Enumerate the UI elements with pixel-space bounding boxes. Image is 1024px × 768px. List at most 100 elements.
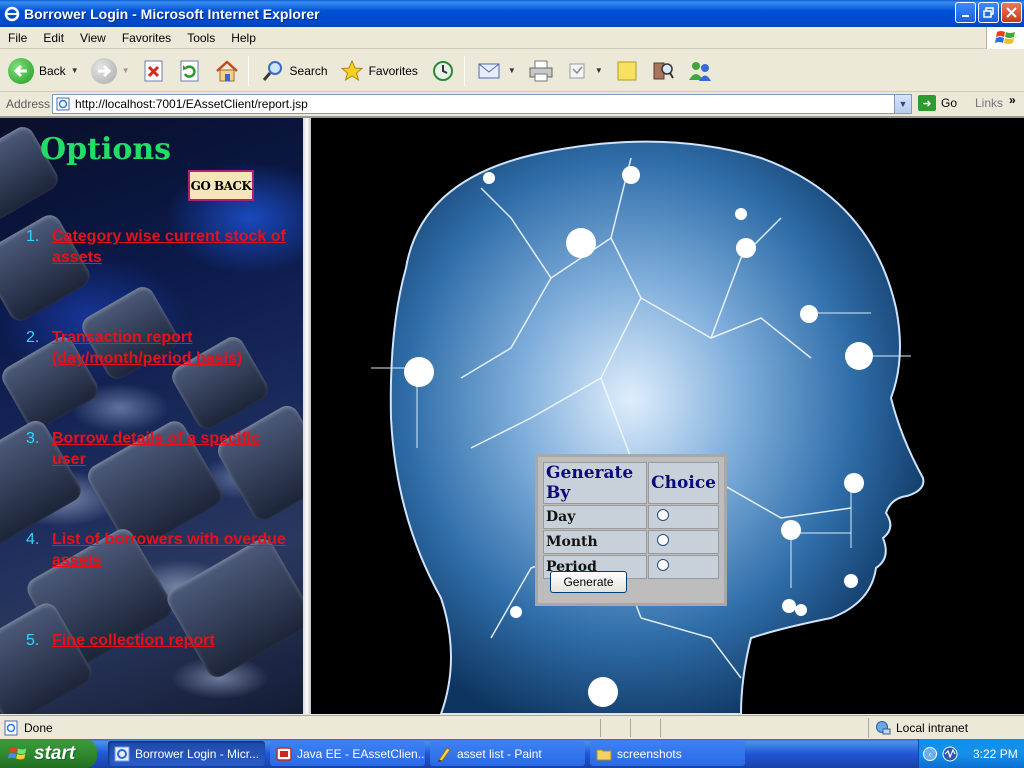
links-label[interactable]: Links <box>975 96 1003 110</box>
choice-header-row: Generate By Choice <box>543 462 719 504</box>
menu-file[interactable]: File <box>0 31 35 45</box>
address-label: Address <box>6 97 51 111</box>
page-icon <box>56 97 70 111</box>
menu-edit[interactable]: Edit <box>35 31 72 45</box>
menu-tools[interactable]: Tools <box>179 31 223 45</box>
choice-cell <box>648 505 719 529</box>
taskbar-item-paint[interactable]: asset list - Paint <box>430 741 585 766</box>
edit-page-icon <box>569 63 585 78</box>
go-arrow-icon: ➜ <box>918 95 936 111</box>
printer-icon <box>529 60 553 81</box>
go-label: Go <box>941 96 958 110</box>
volume-icon[interactable] <box>941 746 959 762</box>
generate-button[interactable]: Generate <box>550 571 627 593</box>
discuss-button[interactable] <box>611 54 643 88</box>
mail-button[interactable]: ▼ <box>473 54 520 88</box>
history-button[interactable] <box>426 54 460 88</box>
status-divider <box>660 719 661 737</box>
stop-icon <box>144 60 163 81</box>
address-dropdown-icon[interactable]: ▼ <box>894 95 911 113</box>
clock[interactable]: 3:22 PM <box>973 747 1018 761</box>
taskbar-item-label: Java EE - EAssetClien... <box>297 746 425 761</box>
chevron-right-icon[interactable]: » <box>1009 93 1016 107</box>
restore-icon <box>983 7 994 18</box>
search-label: Search <box>289 63 328 78</box>
home-icon <box>215 59 238 81</box>
print-button[interactable] <box>524 54 558 88</box>
favorites-button[interactable]: Favorites <box>336 54 422 88</box>
start-button[interactable]: start <box>0 739 97 768</box>
close-button[interactable] <box>1001 2 1022 23</box>
dropdown-arrow-icon[interactable]: ▼ <box>122 66 130 75</box>
dropdown-arrow-icon[interactable]: ▼ <box>71 66 79 75</box>
back-button[interactable]: Back ▼ <box>4 54 83 88</box>
report-frame <box>311 118 1024 714</box>
taskbar-item-screenshots[interactable]: screenshots <box>590 741 745 766</box>
option-link-transaction[interactable]: Transaction report (day/month/period bas… <box>52 327 297 369</box>
generate-choice-form: Generate By Choice Day Month Period Gene… <box>535 454 727 606</box>
frame-divider[interactable] <box>303 118 311 714</box>
menu-bar: File Edit View Favorites Tools Help <box>0 27 1024 49</box>
day-radio[interactable] <box>657 509 670 521</box>
minimize-button[interactable] <box>955 2 976 23</box>
back-arrow-icon <box>8 57 34 84</box>
option-number: 2. <box>26 329 40 346</box>
choice-label-day: Day <box>543 505 648 529</box>
period-radio[interactable] <box>657 559 670 571</box>
circuit-head-image <box>371 140 925 714</box>
option-link-fine[interactable]: Fine collection report <box>52 630 297 651</box>
title-bar[interactable]: Borrower Login - Microsoft Internet Expl… <box>0 0 1024 27</box>
mail-icon <box>478 63 500 78</box>
address-input[interactable]: http://localhost:7001/EAssetClient/repor… <box>52 94 912 114</box>
minimize-icon <box>961 14 969 17</box>
search-button[interactable]: Search <box>257 54 332 88</box>
edit-button[interactable]: ▼ <box>562 54 607 88</box>
choice-table: Generate By Choice Day Month Period <box>542 461 720 580</box>
menu-help[interactable]: Help <box>223 31 264 45</box>
home-button[interactable] <box>210 54 244 88</box>
window-controls <box>955 2 1022 23</box>
stop-button[interactable] <box>138 54 170 88</box>
zone-label: Local intranet <box>896 721 969 735</box>
forward-button[interactable]: ▼ <box>87 54 134 88</box>
forward-arrow-icon <box>90 57 117 84</box>
close-icon <box>1006 7 1017 18</box>
system-tray: ‹ 3:22 PM <box>918 739 1024 768</box>
tray-expand-icon[interactable]: ‹ <box>923 746 937 761</box>
toolbar-separator <box>463 55 465 86</box>
choice-cell <box>648 555 719 579</box>
option-link-stock[interactable]: Category wise current stock of assets <box>52 226 297 268</box>
status-bar: Done Local intranet <box>0 715 1024 739</box>
research-button[interactable] <box>647 54 679 88</box>
maximize-button[interactable] <box>978 2 999 23</box>
choice-cell <box>648 530 719 554</box>
toolbar: Back ▼ ▼ Search Favorites ▼ ▼ <box>0 50 1024 92</box>
menu-favorites[interactable]: Favorites <box>114 31 179 45</box>
dropdown-arrow-icon[interactable]: ▼ <box>595 66 603 75</box>
taskbar-item-label: Borrower Login - Micr... <box>135 746 260 761</box>
eclipse-icon <box>276 746 292 761</box>
refresh-icon <box>180 60 199 81</box>
go-back-button[interactable]: GO BACK <box>188 170 254 201</box>
menu-view[interactable]: View <box>72 31 114 45</box>
option-link-borrow-details[interactable]: Borrow details of a specific user <box>52 428 297 470</box>
option-link-overdue[interactable]: List of borrowers with overdue assets <box>52 529 297 571</box>
go-button[interactable]: ➜ Go <box>918 95 957 111</box>
search-icon <box>262 60 282 81</box>
month-radio[interactable] <box>657 534 670 546</box>
status-divider <box>600 719 601 737</box>
security-zone[interactable]: Local intranet <box>868 718 1018 738</box>
back-label: Back <box>39 63 66 78</box>
taskbar-item-label: screenshots <box>617 746 682 761</box>
address-url: http://localhost:7001/EAssetClient/repor… <box>75 97 308 111</box>
table-row: Month <box>543 530 719 554</box>
options-title: Options <box>40 132 172 167</box>
ie-icon <box>114 746 130 761</box>
taskbar-item-javaee[interactable]: Java EE - EAssetClien... <box>270 741 425 766</box>
refresh-button[interactable] <box>174 54 206 88</box>
address-bar: Address http://localhost:7001/EAssetClie… <box>0 93 1024 115</box>
taskbar-item-ie[interactable]: Borrower Login - Micr... <box>108 741 265 766</box>
messenger-button[interactable] <box>683 54 717 88</box>
dropdown-arrow-icon[interactable]: ▼ <box>508 66 516 75</box>
options-frame: Options GO BACK 1. Category wise current… <box>0 118 306 714</box>
